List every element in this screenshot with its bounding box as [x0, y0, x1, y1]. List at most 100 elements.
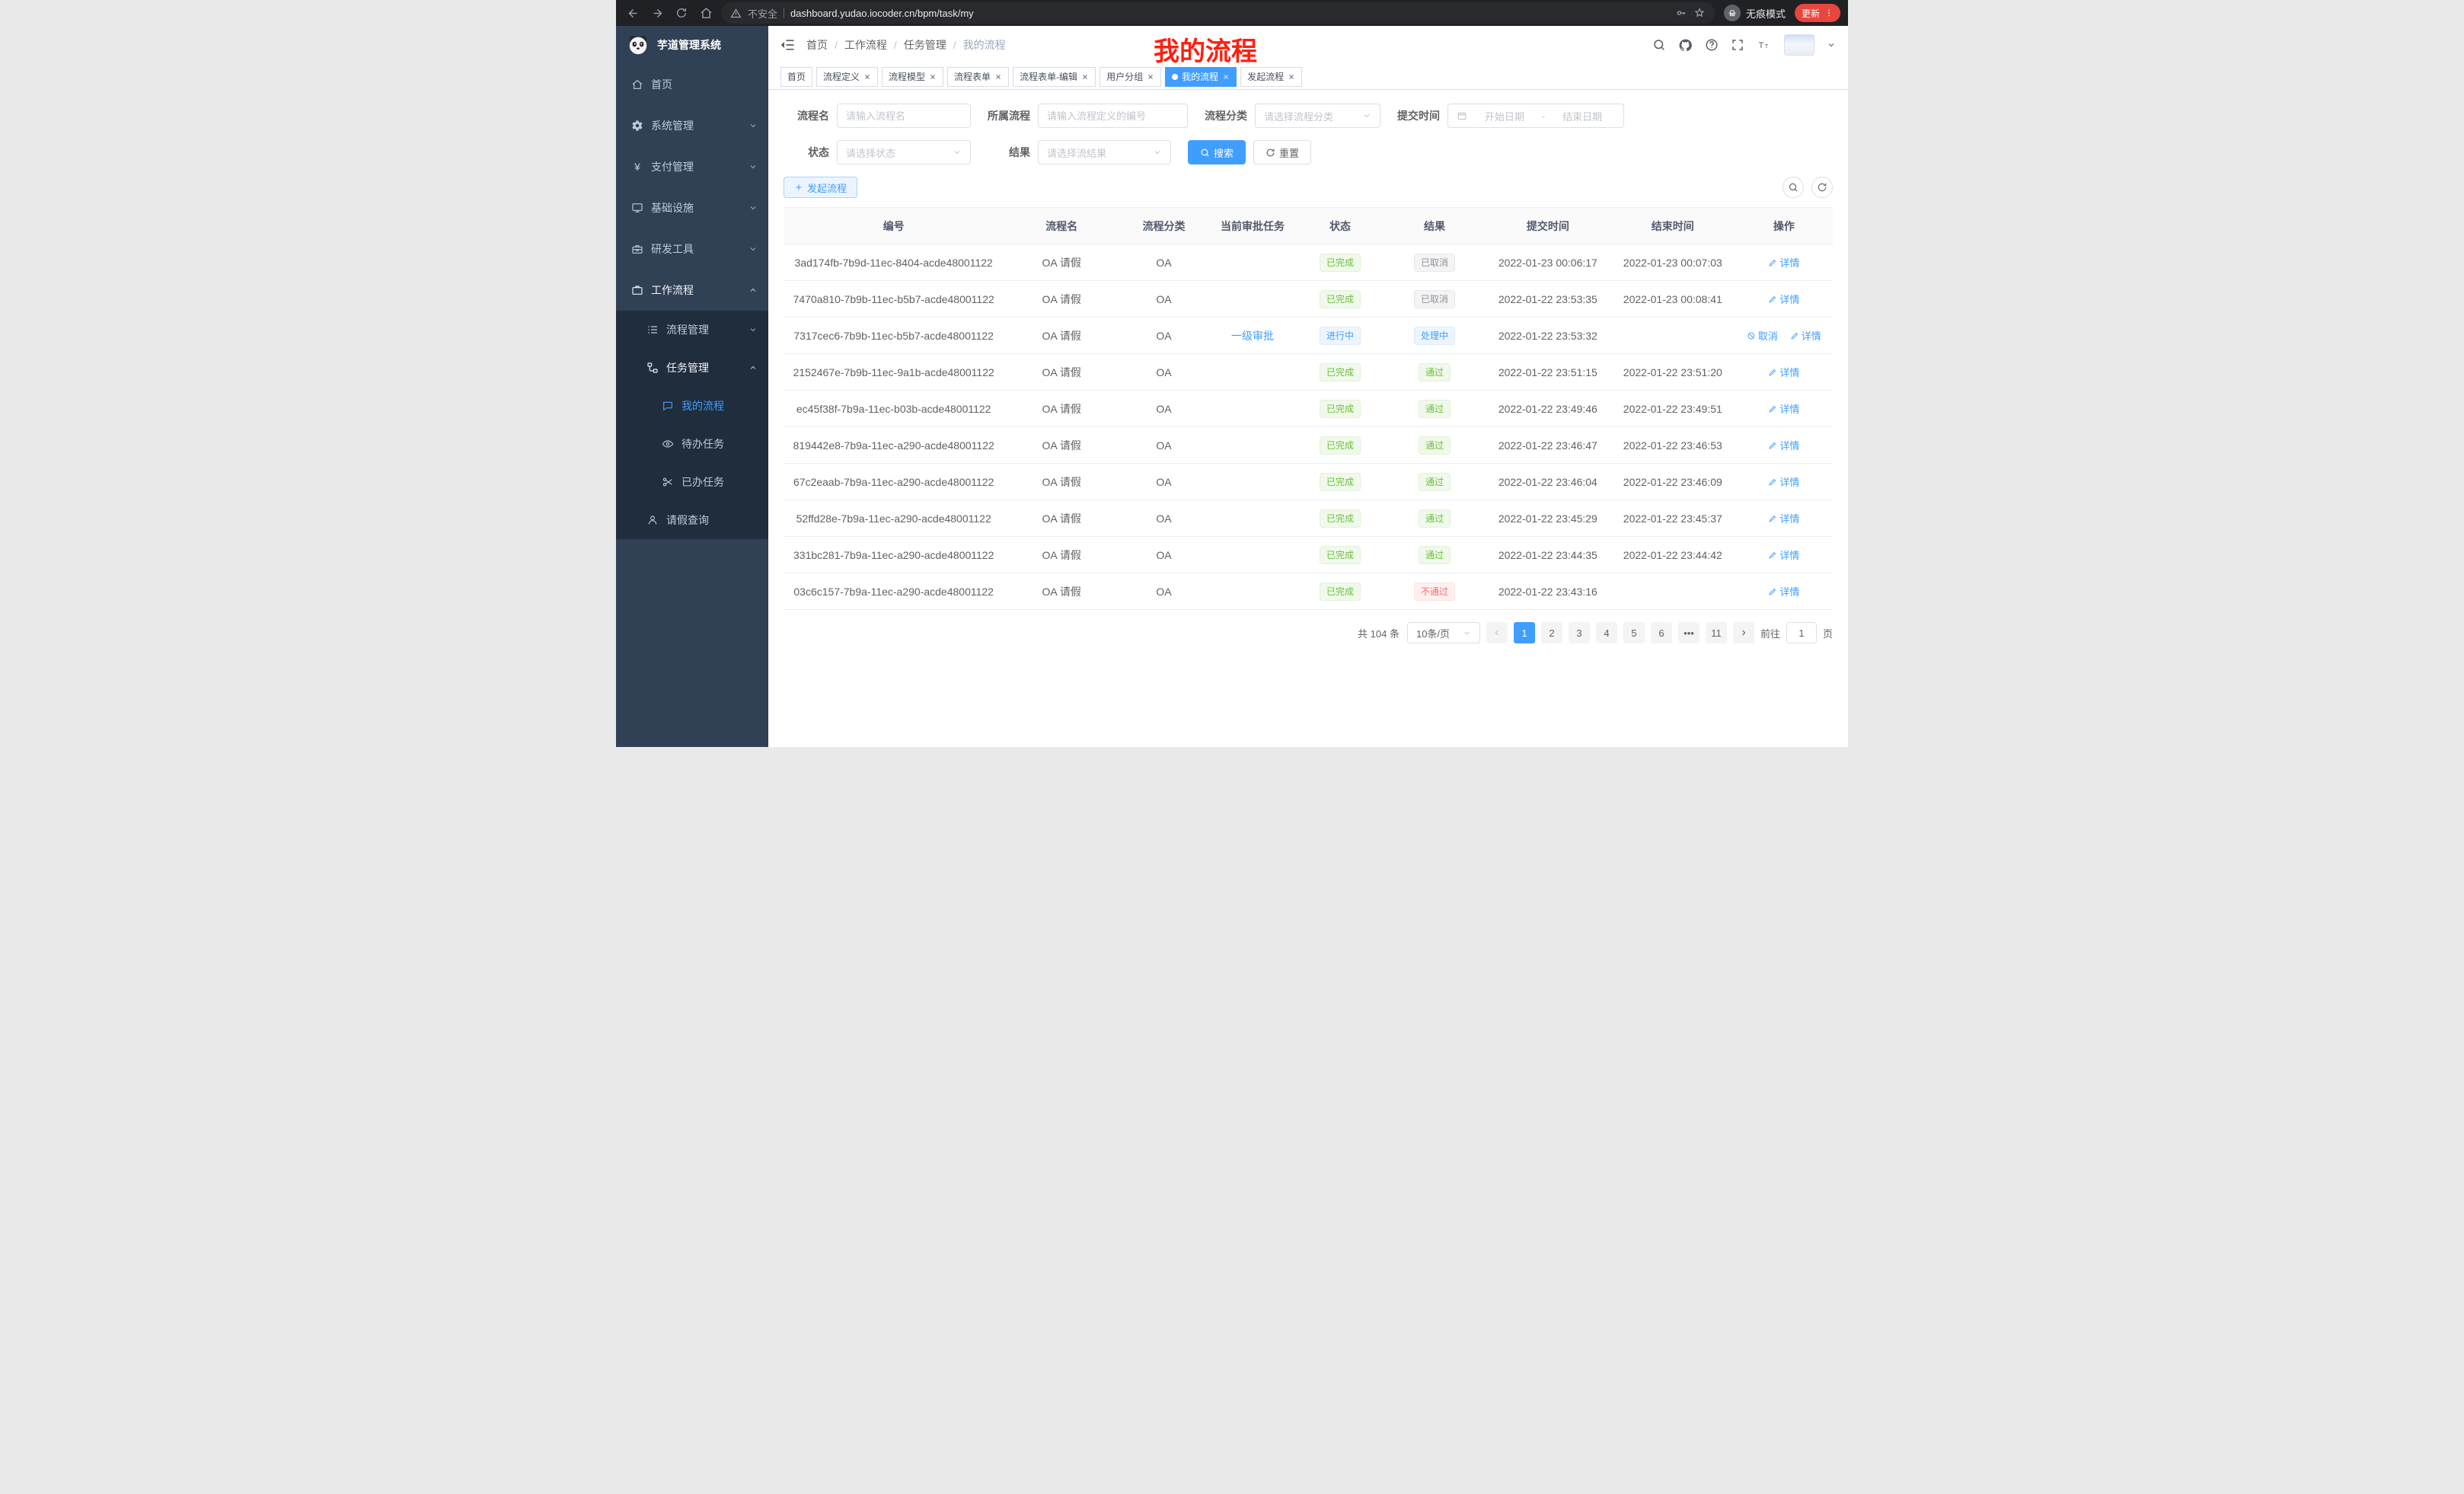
toggle-search-icon[interactable]: [1783, 177, 1804, 198]
more-pages-button[interactable]: •••: [1678, 622, 1700, 643]
status-select[interactable]: 请选择状态: [837, 140, 971, 164]
close-icon[interactable]: [994, 73, 1002, 81]
page-button-5[interactable]: 5: [1623, 622, 1645, 643]
sidebar-item-my-process[interactable]: 我的流程: [616, 387, 768, 425]
chevron-down-icon: [748, 325, 758, 334]
tab-start-process[interactable]: 发起流程: [1240, 67, 1302, 87]
font-size-icon[interactable]: TT: [1757, 38, 1772, 52]
date-range-picker[interactable]: 开始日期 - 结束日期: [1447, 104, 1624, 128]
page-button-2[interactable]: 2: [1541, 622, 1562, 643]
sidebar-item-done-tasks[interactable]: 已办任务: [616, 463, 768, 501]
sidebar-item-leave-query[interactable]: 请假查询: [616, 501, 768, 539]
current-task-link[interactable]: 一级审批: [1231, 330, 1274, 342]
close-icon[interactable]: [1081, 73, 1089, 81]
page-button-1[interactable]: 1: [1514, 622, 1535, 643]
help-icon[interactable]: [1705, 38, 1719, 52]
tab-process-form-edit[interactable]: 流程表单-编辑: [1013, 67, 1096, 87]
bookmark-star-icon[interactable]: [1693, 7, 1706, 19]
select-placeholder: 请选择流结果: [1047, 145, 1106, 160]
next-page-button[interactable]: [1733, 622, 1754, 643]
start-process-button[interactable]: 发起流程: [784, 177, 857, 198]
sidebar-item-infrastructure[interactable]: 基础设施: [616, 187, 768, 228]
tab-process-form[interactable]: 流程表单: [947, 67, 1009, 87]
back-icon[interactable]: [624, 4, 642, 22]
reload-icon[interactable]: [672, 4, 691, 22]
search-button[interactable]: 搜索: [1188, 140, 1246, 164]
kebab-menu-icon[interactable]: [1824, 8, 1834, 18]
tab-process-definition[interactable]: 流程定义: [816, 67, 878, 87]
close-icon[interactable]: [1147, 73, 1154, 81]
process-id-input[interactable]: [1038, 104, 1188, 128]
result-select[interactable]: 请选择流结果: [1038, 140, 1171, 164]
close-icon[interactable]: [1222, 73, 1230, 81]
incognito-label: 无痕模式: [1746, 6, 1786, 21]
password-key-icon[interactable]: [1675, 7, 1687, 19]
category-select[interactable]: 请选择流程分类: [1255, 104, 1380, 128]
cell-submit-time: 2022-01-22 23:51:15: [1486, 366, 1610, 378]
detail-link[interactable]: 详情: [1790, 328, 1821, 343]
fullscreen-icon[interactable]: [1731, 38, 1744, 52]
address-bar[interactable]: 不安全 dashboard.yudao.iocoder.cn/bpm/task/…: [721, 2, 1715, 24]
detail-link[interactable]: 详情: [1768, 474, 1799, 489]
avatar-caret-icon[interactable]: [1827, 40, 1836, 49]
page-size-select[interactable]: 10条/页: [1407, 622, 1480, 643]
sidebar-item-todo-tasks[interactable]: 待办任务: [616, 425, 768, 463]
sidebar-item-label: 首页: [651, 77, 672, 92]
github-icon[interactable]: [1678, 38, 1693, 53]
table-row: 7470a810-7b9b-11ec-b5b7-acde48001122 OA …: [784, 281, 1833, 318]
detail-label: 详情: [1779, 438, 1799, 452]
detail-link[interactable]: 详情: [1768, 511, 1799, 525]
process-name-input[interactable]: [837, 104, 971, 128]
cell-status: 已完成: [1297, 363, 1384, 381]
detail-link[interactable]: 详情: [1768, 255, 1799, 270]
sidebar-item-devtools[interactable]: 研发工具: [616, 228, 768, 270]
detail-link[interactable]: 详情: [1768, 365, 1799, 379]
page-button-4[interactable]: 4: [1596, 622, 1617, 643]
tab-process-model[interactable]: 流程模型: [882, 67, 943, 87]
breadcrumb-home[interactable]: 首页: [806, 37, 828, 53]
page-button-11[interactable]: 11: [1706, 622, 1727, 643]
avatar[interactable]: [1784, 34, 1814, 56]
forward-icon[interactable]: [648, 4, 666, 22]
tab-my-process[interactable]: 我的流程: [1165, 67, 1237, 87]
page-button-3[interactable]: 3: [1569, 622, 1590, 643]
close-icon[interactable]: [929, 73, 937, 81]
table-row: 3ad174fb-7b9d-11ec-8404-acde48001122 OA …: [784, 244, 1833, 281]
close-icon[interactable]: [1288, 73, 1295, 81]
prev-page-button[interactable]: [1486, 622, 1508, 643]
breadcrumb-task-management[interactable]: 任务管理: [904, 37, 946, 53]
breadcrumb-workflow[interactable]: 工作流程: [844, 37, 887, 53]
tab-home[interactable]: 首页: [780, 67, 812, 87]
detail-link[interactable]: 详情: [1768, 438, 1799, 452]
cell-status: 已完成: [1297, 473, 1384, 491]
refresh-table-icon[interactable]: [1811, 177, 1833, 198]
reset-button[interactable]: 重置: [1253, 140, 1311, 164]
incognito-badge[interactable]: 无痕模式: [1721, 5, 1789, 21]
column-header: 编号: [784, 219, 1004, 234]
sidebar-item-task-management[interactable]: 任务管理: [616, 349, 768, 387]
detail-link[interactable]: 详情: [1768, 401, 1799, 416]
sidebar-item-payment[interactable]: ¥ 支付管理: [616, 146, 768, 187]
home-icon[interactable]: [697, 4, 715, 22]
detail-link[interactable]: 详情: [1768, 584, 1799, 599]
goto-page-input[interactable]: [1786, 622, 1817, 643]
sidebar-item-system[interactable]: 系统管理: [616, 105, 768, 146]
sidebar-item-workflow[interactable]: 工作流程: [616, 270, 768, 311]
sidebar-item-label: 请假查询: [666, 512, 709, 528]
search-icon[interactable]: [1652, 38, 1666, 52]
cell-category: OA: [1119, 476, 1208, 488]
page-button-6[interactable]: 6: [1651, 622, 1672, 643]
cancel-link[interactable]: 取消: [1747, 328, 1778, 343]
hamburger-icon[interactable]: [780, 37, 796, 53]
detail-link[interactable]: 详情: [1768, 547, 1799, 562]
table-row: 2152467e-7b9b-11ec-9a1b-acde48001122 OA …: [784, 354, 1833, 391]
sidebar-item-process-management[interactable]: 流程管理: [616, 311, 768, 349]
cell-result: 不通过: [1384, 583, 1486, 601]
sidebar-item-home[interactable]: 首页: [616, 64, 768, 105]
detail-link[interactable]: 详情: [1768, 292, 1799, 306]
tab-label: 我的流程: [1182, 70, 1218, 83]
cell-id: 52ffd28e-7b9a-11ec-a290-acde48001122: [784, 512, 1004, 525]
close-icon[interactable]: [863, 73, 871, 81]
update-button[interactable]: 更新: [1795, 4, 1840, 22]
tab-user-group[interactable]: 用户分组: [1100, 67, 1161, 87]
